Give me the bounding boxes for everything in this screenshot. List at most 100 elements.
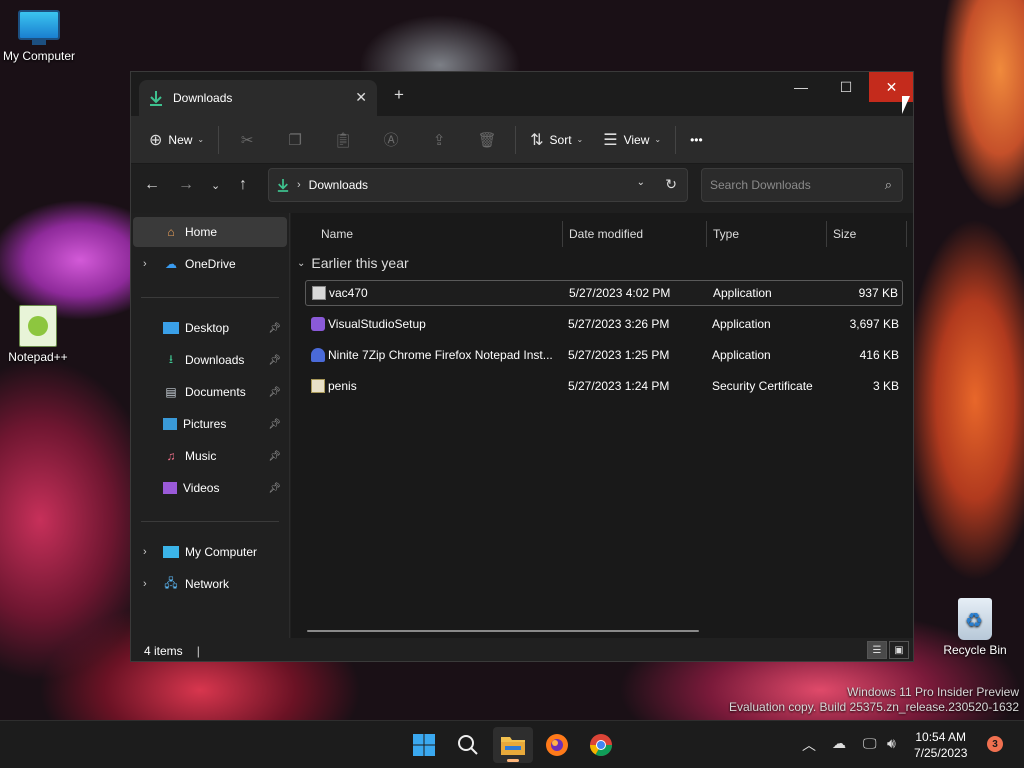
file-name: vac470 xyxy=(329,286,368,300)
toolbar-divider xyxy=(515,125,517,154)
file-row[interactable]: penis 5/27/2023 1:24 PM Security Certifi… xyxy=(305,373,903,399)
watermark-line: Windows 11 Pro Insider Preview xyxy=(847,685,1019,699)
computer-icon xyxy=(163,546,179,558)
forward-arrow-icon[interactable]: → xyxy=(178,176,194,194)
tiles-view-icon[interactable]: ▣ xyxy=(889,641,909,659)
column-divider[interactable] xyxy=(562,221,563,247)
expand-chevron-icon[interactable]: › xyxy=(143,578,147,590)
view-button[interactable]: ☰ View ⌄ xyxy=(593,124,671,156)
address-dropdown-icon[interactable]: ⌄ xyxy=(637,177,645,188)
file-row[interactable]: Ninite 7Zip Chrome Firefox Notepad Inst.… xyxy=(305,342,903,368)
cut-icon[interactable]: ✂ xyxy=(223,124,271,156)
more-options-button[interactable]: ••• xyxy=(680,124,713,156)
close-tab-icon[interactable]: ✕ xyxy=(355,89,367,106)
file-name: VisualStudioSetup xyxy=(328,317,426,331)
file-type: Application xyxy=(713,286,772,300)
group-header[interactable]: ⌄ Earlier this year xyxy=(297,255,409,271)
column-header-name[interactable]: Name xyxy=(321,223,353,245)
address-bar[interactable]: › Downloads ⌄ ↻ xyxy=(268,168,688,202)
pin-icon[interactable]: 📌︎ xyxy=(268,355,281,366)
file-name: penis xyxy=(328,379,357,393)
notification-badge[interactable]: 3 xyxy=(987,736,1003,752)
minimize-button[interactable]: — xyxy=(778,72,824,102)
copy-icon[interactable]: ❐ xyxy=(271,124,319,156)
horizontal-scrollbar[interactable] xyxy=(307,630,699,632)
sidebar-item-onedrive[interactable]: › ☁ OneDrive xyxy=(133,249,287,279)
volume-icon[interactable]: 🔊︎ xyxy=(887,735,896,752)
refresh-icon[interactable]: ↻ xyxy=(665,176,677,193)
tab-downloads[interactable]: Downloads ✕ xyxy=(139,80,377,116)
file-date: 5/27/2023 3:26 PM xyxy=(568,317,670,331)
details-view-icon[interactable]: ☰ xyxy=(867,641,887,659)
pin-icon[interactable]: 📌︎ xyxy=(268,419,281,430)
search-icon[interactable] xyxy=(448,727,488,763)
show-hidden-icons-chevron-icon[interactable]: ︿ xyxy=(802,735,816,755)
file-row[interactable]: vac470 5/27/2023 4:02 PM Application 937… xyxy=(305,280,903,306)
sidebar-divider xyxy=(141,521,279,522)
sidebar-item-documents[interactable]: ▤ Documents 📌︎ xyxy=(133,377,287,407)
search-placeholder: Search Downloads xyxy=(710,178,811,192)
sidebar-item-label: Music xyxy=(185,449,217,463)
pin-icon[interactable]: 📌︎ xyxy=(268,323,281,334)
certificate-icon xyxy=(311,379,325,393)
sidebar-item-downloads[interactable]: ⭳ Downloads 📌︎ xyxy=(133,345,287,375)
pin-icon[interactable]: 📌︎ xyxy=(268,483,281,494)
desktop-icon-notepadpp[interactable]: Notepad++ xyxy=(0,305,78,364)
sidebar-item-pictures[interactable]: Pictures 📌︎ xyxy=(133,409,287,439)
file-list: Name Date modified Type Size ⌄ Earlier t… xyxy=(291,213,913,638)
start-icon[interactable] xyxy=(404,727,444,763)
new-button[interactable]: ⊕ New ⌄ xyxy=(139,124,214,156)
download-icon xyxy=(150,91,162,106)
download-icon: ⭳ xyxy=(168,351,174,366)
file-row[interactable]: VisualStudioSetup 5/27/2023 3:26 PM Appl… xyxy=(305,311,903,337)
file-size: 937 KB xyxy=(858,286,898,300)
file-explorer-icon[interactable] xyxy=(493,727,533,763)
chrome-icon[interactable] xyxy=(581,727,621,763)
sidebar-item-label: Home xyxy=(185,225,218,239)
delete-icon[interactable]: 🗑︎ xyxy=(463,124,511,156)
breadcrumb-downloads[interactable]: Downloads xyxy=(309,178,368,192)
share-icon[interactable]: ⇪ xyxy=(415,124,463,156)
sidebar-item-music[interactable]: ♫ Music 📌︎ xyxy=(133,441,287,471)
view-label: View xyxy=(623,132,650,147)
column-header-type[interactable]: Type xyxy=(713,223,739,245)
pane-splitter[interactable] xyxy=(289,213,290,638)
document-icon: ▤ xyxy=(165,385,177,399)
sidebar-item-home[interactable]: ⌂ Home xyxy=(133,217,287,247)
firefox-icon[interactable] xyxy=(537,727,577,763)
clock[interactable]: 10:54 AM 7/25/2023 xyxy=(914,729,967,761)
network-tray-icon[interactable]: 🖵︎ xyxy=(863,735,877,752)
sidebar-item-network[interactable]: › 🖧︎ Network xyxy=(133,569,287,599)
back-arrow-icon[interactable]: ← xyxy=(144,176,160,194)
column-divider[interactable] xyxy=(706,221,707,247)
magnifier-icon xyxy=(458,735,478,755)
onedrive-tray-icon[interactable]: ☁ xyxy=(832,735,846,752)
search-input[interactable]: Search Downloads ⌕ xyxy=(701,168,903,202)
rename-icon[interactable]: Ⓐ xyxy=(367,124,415,156)
pin-icon[interactable]: 📌︎ xyxy=(268,451,281,462)
breadcrumb-separator-icon: › xyxy=(297,179,301,191)
pin-icon[interactable]: 📌︎ xyxy=(268,387,281,398)
firefox-logo-icon xyxy=(546,734,568,756)
desktop-icon-recycle-bin[interactable]: Recycle Bin xyxy=(935,598,1015,657)
column-divider[interactable] xyxy=(826,221,827,247)
sidebar-item-label: Downloads xyxy=(185,353,245,367)
sidebar-item-desktop[interactable]: Desktop 📌︎ xyxy=(133,313,287,343)
sidebar-item-videos[interactable]: Videos 📌︎ xyxy=(133,473,287,503)
column-header-size[interactable]: Size xyxy=(833,223,856,245)
maximize-button[interactable]: ☐ xyxy=(823,72,869,102)
home-icon: ⌂ xyxy=(167,225,175,239)
paste-icon[interactable]: 📋︎ xyxy=(319,124,367,156)
desktop-icon-my-computer[interactable]: My Computer xyxy=(0,10,79,63)
sort-button[interactable]: ⇅ Sort ⌄ xyxy=(520,124,593,156)
sidebar-item-my-computer[interactable]: › My Computer xyxy=(133,537,287,567)
new-tab-button[interactable]: + xyxy=(394,85,404,105)
up-arrow-icon[interactable]: ↑ xyxy=(239,176,247,194)
mouse-pointer-icon xyxy=(902,96,910,114)
column-divider[interactable] xyxy=(906,221,907,247)
expand-chevron-icon[interactable]: › xyxy=(143,546,147,558)
tab-title: Downloads xyxy=(173,91,233,105)
column-header-date-modified[interactable]: Date modified xyxy=(569,223,643,245)
expand-chevron-icon[interactable]: › xyxy=(143,258,147,270)
recent-locations-chevron-icon[interactable]: ⌄ xyxy=(211,179,220,192)
